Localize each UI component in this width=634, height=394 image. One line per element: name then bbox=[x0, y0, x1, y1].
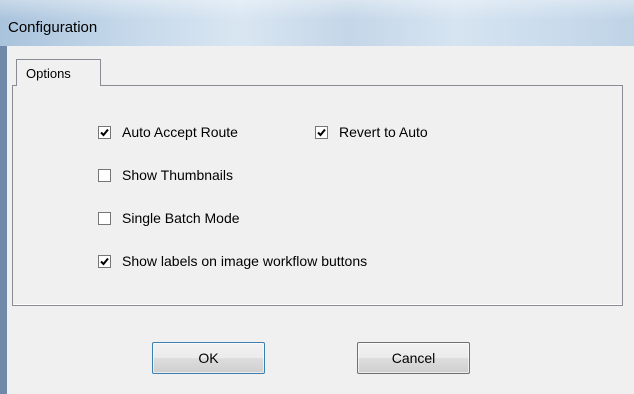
tab-options[interactable]: Options bbox=[16, 59, 101, 86]
checkbox-box[interactable] bbox=[315, 125, 328, 139]
show-thumbnails-checkbox[interactable]: Show Thumbnails bbox=[98, 167, 233, 183]
tab-options-label: Options bbox=[26, 66, 71, 81]
single-batch-mode-label: Single Batch Mode bbox=[122, 210, 240, 226]
revert-to-auto-label: Revert to Auto bbox=[339, 124, 428, 140]
checkmark-icon bbox=[317, 128, 326, 136]
checkbox-box[interactable] bbox=[98, 125, 111, 139]
cancel-button[interactable]: Cancel bbox=[357, 342, 470, 374]
checkmark-icon bbox=[100, 128, 109, 136]
show-labels-label: Show labels on image workflow buttons bbox=[122, 253, 368, 269]
title-bar[interactable]: Configuration bbox=[0, 0, 634, 46]
checkbox-box[interactable] bbox=[98, 168, 111, 182]
checkmark-icon bbox=[100, 257, 109, 265]
configuration-window: Configuration Options Auto Accept Route … bbox=[0, 0, 634, 394]
checkbox-box[interactable] bbox=[98, 254, 111, 268]
show-labels-checkbox[interactable]: Show labels on image workflow buttons bbox=[98, 253, 367, 269]
single-batch-mode-checkbox[interactable]: Single Batch Mode bbox=[98, 210, 240, 226]
auto-accept-route-label: Auto Accept Route bbox=[122, 124, 238, 140]
revert-to-auto-checkbox[interactable]: Revert to Auto bbox=[315, 124, 428, 140]
options-tab-panel: Auto Accept Route Revert to Auto Show Th… bbox=[12, 85, 623, 306]
ok-button[interactable]: OK bbox=[152, 342, 265, 374]
auto-accept-route-checkbox[interactable]: Auto Accept Route bbox=[98, 124, 238, 140]
dialog-client-area: Options Auto Accept Route Revert to Auto… bbox=[7, 46, 634, 394]
show-thumbnails-label: Show Thumbnails bbox=[122, 167, 234, 183]
window-title: Configuration bbox=[8, 19, 98, 36]
checkbox-box[interactable] bbox=[98, 211, 111, 225]
